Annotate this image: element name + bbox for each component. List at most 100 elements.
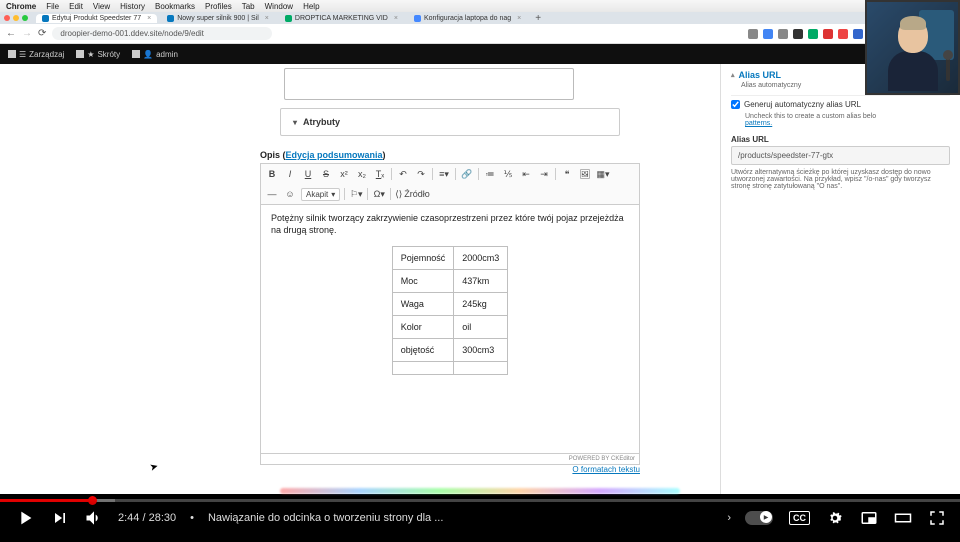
image-button[interactable]: 🖼: [578, 167, 592, 181]
menu-history[interactable]: History: [120, 2, 145, 11]
editor-paragraph[interactable]: Potężny silnik tworzący zakrzywienie cza…: [271, 213, 629, 236]
ckeditor-powered: POWERED BY CKEditor: [260, 454, 640, 465]
drupal-toolbar: ☰ Zarządzaj ★ Skróty 👤 admin: [0, 44, 960, 64]
tab-1[interactable]: Edytuj Produkt Speedster 77×: [36, 14, 157, 23]
fullscreen-button[interactable]: [928, 509, 946, 527]
reload-button[interactable]: ⟳: [38, 28, 46, 39]
tab-3[interactable]: DROPTICA MARKETING VID×: [279, 14, 404, 23]
ckeditor-body[interactable]: Potężny silnik tworzący zakrzywienie cza…: [260, 204, 640, 454]
table-row: Moc437km: [392, 270, 508, 293]
auto-alias-input[interactable]: [731, 100, 740, 109]
bold-button[interactable]: B: [265, 167, 279, 181]
menubar-app[interactable]: Chrome: [6, 2, 36, 11]
play-button[interactable]: [14, 507, 36, 529]
table-button[interactable]: ▦▾: [596, 167, 610, 181]
bookmark-icon[interactable]: [778, 29, 788, 39]
superscript-button[interactable]: x²: [337, 167, 351, 181]
auto-alias-checkbox[interactable]: Generuj automatyczny alias URL: [731, 100, 950, 109]
quote-button[interactable]: ❝: [560, 167, 574, 181]
table-row: Pojemność2000cm3: [392, 247, 508, 270]
miniplayer-button[interactable]: [860, 509, 878, 527]
window-controls[interactable]: [4, 15, 28, 21]
menu-view[interactable]: View: [93, 2, 110, 11]
new-tab-button[interactable]: +: [531, 13, 545, 24]
menu-help[interactable]: Help: [303, 2, 319, 11]
webcam-overlay: [865, 0, 960, 95]
channel-watermark[interactable]: [918, 454, 946, 482]
special-char-button[interactable]: ☺: [283, 187, 297, 201]
ckeditor-toolbar: B I U S x² x₂ Tₓ ↶ ↷ ≡▾ 🔗 ≔ ⅕ ⇤ ⇥ ❝ 🖼 ▦▾…: [260, 163, 640, 204]
redo-button[interactable]: ↷: [414, 167, 428, 181]
close-icon[interactable]: ×: [394, 15, 398, 22]
text-formats-link[interactable]: O formatach tekstu: [572, 465, 640, 474]
clear-format-button[interactable]: Tₓ: [373, 167, 387, 181]
link-button[interactable]: 🔗: [460, 167, 474, 181]
language-button[interactable]: ⚐▾: [349, 187, 363, 201]
toolbar-manage[interactable]: ☰ Zarządzaj: [8, 50, 64, 59]
ublock-icon[interactable]: [823, 29, 833, 39]
editor-table[interactable]: Pojemność2000cm3 Moc437km Waga245kg Kolo…: [392, 246, 509, 375]
align-button[interactable]: ≡▾: [437, 167, 451, 181]
tab-2[interactable]: Nowy super silnik 900 | Sil×: [161, 14, 275, 23]
back-button[interactable]: ←: [6, 28, 16, 39]
next-button[interactable]: [50, 508, 70, 528]
alias-desc: Utwórz alternatywną ścieżkę po której uz…: [731, 169, 950, 190]
bullet-list-button[interactable]: ≔: [483, 167, 497, 181]
ext-icon[interactable]: [838, 29, 848, 39]
page-content: Atrybuty Opis (Edycja podsumowania) B I …: [0, 64, 960, 494]
subscript-button[interactable]: x₂: [355, 167, 369, 181]
auto-alias-hint: Uncheck this to create a custom alias be…: [745, 113, 950, 127]
alias-url-input[interactable]: [731, 146, 950, 165]
tab-4[interactable]: Konfiguracja laptopa do nag×: [408, 14, 527, 23]
underline-button[interactable]: U: [301, 167, 315, 181]
youtube-controls: 2:44 / 28:30 • Nawiązanie do odcinka o t…: [0, 494, 960, 542]
patterns-link[interactable]: patterns.: [745, 120, 772, 127]
ext-icon[interactable]: [808, 29, 818, 39]
hr-button[interactable]: —: [265, 187, 279, 201]
translate-icon[interactable]: [763, 29, 773, 39]
menu-file[interactable]: File: [46, 2, 59, 11]
number-list-button[interactable]: ⅕: [501, 167, 515, 181]
ext-icon[interactable]: [793, 29, 803, 39]
autoplay-toggle[interactable]: [745, 511, 773, 525]
toolbar-shortcuts[interactable]: ★ Skróty: [76, 50, 120, 59]
indent-button[interactable]: ⇥: [537, 167, 551, 181]
browser-urlbar-row: ← → ⟳ droopier-demo-001.ddev.site/node/9…: [0, 24, 960, 44]
forward-button[interactable]: →: [22, 28, 32, 39]
macos-menubar: Chrome File Edit View History Bookmarks …: [0, 0, 960, 12]
youtube-chapter-title[interactable]: Nawiązanie do odcinka o tworzeniu strony…: [208, 512, 713, 524]
italic-button[interactable]: I: [283, 167, 297, 181]
menu-tab[interactable]: Tab: [242, 2, 255, 11]
settings-button[interactable]: [826, 509, 844, 527]
table-row: Koloroil: [392, 316, 508, 339]
close-icon[interactable]: ×: [517, 15, 521, 22]
menu-profiles[interactable]: Profiles: [205, 2, 232, 11]
menu-window[interactable]: Window: [265, 2, 293, 11]
text-input[interactable]: [284, 68, 574, 100]
outdent-button[interactable]: ⇤: [519, 167, 533, 181]
subtitles-button[interactable]: CC: [789, 511, 810, 525]
ext-icon[interactable]: [748, 29, 758, 39]
address-bar[interactable]: droopier-demo-001.ddev.site/node/9/edit: [52, 27, 272, 40]
special-button[interactable]: Ω▾: [372, 187, 386, 201]
table-row: [392, 362, 508, 375]
chevron-right-icon[interactable]: ›: [727, 512, 731, 524]
theater-button[interactable]: [894, 509, 912, 527]
youtube-time: 2:44 / 28:30: [118, 512, 176, 524]
strike-button[interactable]: S: [319, 167, 333, 181]
attributes-details[interactable]: Atrybuty: [280, 108, 620, 136]
menu-edit[interactable]: Edit: [69, 2, 83, 11]
undo-button[interactable]: ↶: [396, 167, 410, 181]
edit-summary-link[interactable]: Edycja podsumowania: [286, 150, 383, 160]
node-sidebar: Alias URL Alias automatyczny Generuj aut…: [720, 64, 960, 494]
source-button[interactable]: ⟨⟩ Źródło: [395, 187, 430, 201]
heading-select[interactable]: Akapit ▾: [301, 188, 340, 201]
table-row: objętość300cm3: [392, 339, 508, 362]
toolbar-user[interactable]: 👤 admin: [132, 50, 178, 59]
volume-button[interactable]: [84, 508, 104, 528]
ext-icon[interactable]: [853, 29, 863, 39]
close-icon[interactable]: ×: [147, 15, 151, 22]
menu-bookmarks[interactable]: Bookmarks: [155, 2, 195, 11]
alias-url-label: Alias URL: [731, 135, 950, 144]
close-icon[interactable]: ×: [265, 15, 269, 22]
